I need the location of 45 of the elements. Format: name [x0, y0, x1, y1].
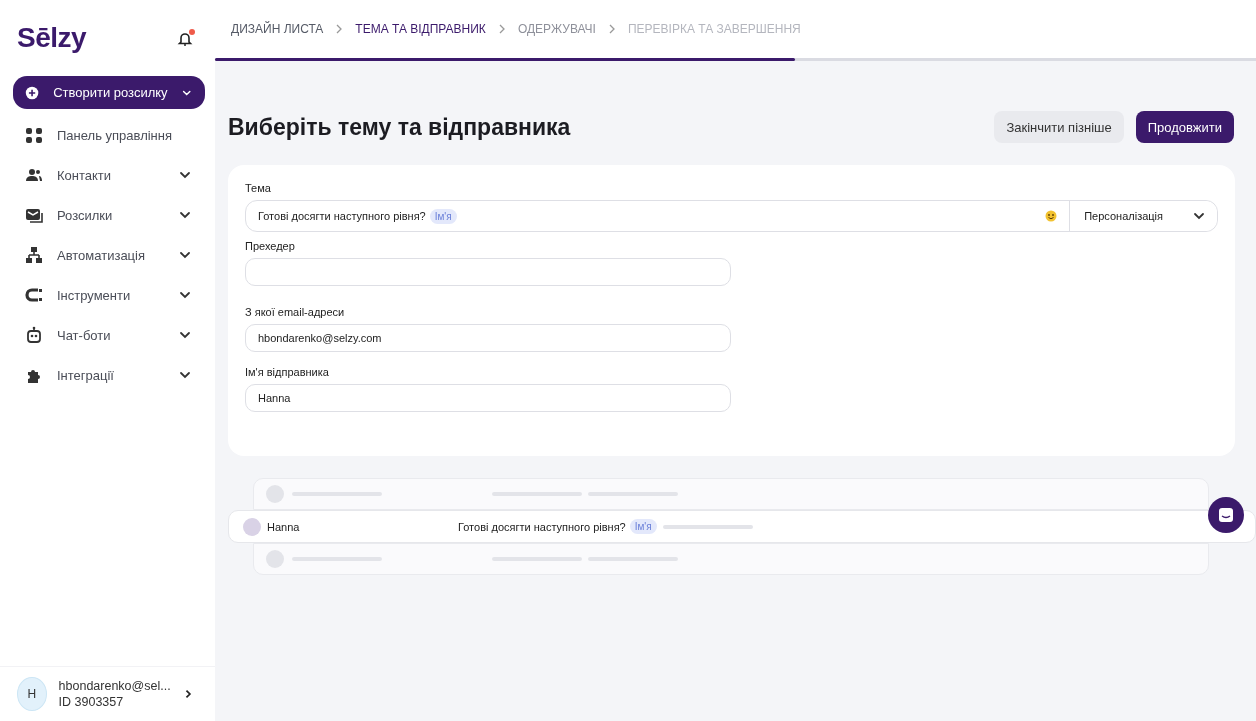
finish-later-button[interactable]: Закінчити пізніше — [994, 111, 1124, 143]
people-icon — [25, 166, 43, 184]
chevron-down-icon — [1193, 210, 1205, 222]
personalization-tag: Ім'я — [629, 519, 657, 534]
field-label: Прехедер — [245, 240, 296, 252]
hierarchy-icon — [25, 246, 43, 264]
sidebar-item[interactable]: Автоматизація — [13, 235, 205, 275]
step-tab[interactable]: ДИЗАЙН ЛИСТА — [231, 22, 324, 36]
chevron-right-icon — [335, 24, 344, 34]
page-title: Виберіть тему та відправника — [228, 113, 572, 141]
input-field[interactable] — [245, 258, 731, 286]
chevron-right-icon — [497, 24, 506, 34]
logo[interactable]: Sēlzy — [17, 22, 87, 54]
input-field[interactable]: hbondarenko@selzy.com — [245, 324, 731, 352]
robot-icon — [25, 326, 43, 344]
account-email: hbondarenko@sel... — [58, 678, 171, 694]
sidebar-item[interactable]: Панель управління — [13, 115, 205, 155]
chat-button[interactable] — [1208, 497, 1244, 533]
step-tab[interactable]: ТЕМА ТА ВІДПРАВНИК — [355, 22, 486, 36]
field-label: З якої email-адреси — [245, 306, 346, 318]
grid-icon — [25, 126, 43, 144]
sidebar-item[interactable]: Інтеграції — [13, 355, 205, 395]
continue-button[interactable]: Продовжити — [1135, 111, 1234, 143]
chevron-right-icon — [607, 24, 616, 34]
sender-name: Hanna — [267, 520, 301, 533]
input-field[interactable]: Hanna — [245, 384, 731, 412]
preview-subject: Готові досягти наступного рівня? — [458, 520, 626, 533]
avatar-circle — [243, 517, 261, 536]
user-avatar[interactable]: H — [17, 677, 47, 711]
personalization-dropdown[interactable]: Персоналізація — [1069, 201, 1217, 231]
sidebar-item[interactable]: Інструменти — [13, 275, 205, 315]
subject-field[interactable]: Готові досягти наступного рівня? Ім'я Персоналізація — [245, 200, 1218, 232]
account-id: ID 3903357 — [58, 694, 125, 710]
chat-icon — [1217, 506, 1235, 524]
subject-text: Готові досягти наступного рівня? — [258, 210, 426, 222]
create-campaign-button[interactable]: Створити розсилку — [13, 76, 205, 109]
notification-button[interactable] — [177, 29, 193, 47]
envelope-icon — [25, 206, 43, 224]
emoji-icon — [1045, 210, 1058, 222]
sidebar-item[interactable]: Розсилки — [13, 195, 205, 235]
field-label: Тема — [245, 182, 272, 194]
c-shape-icon — [25, 286, 43, 304]
field-label: Ім'я відправника — [245, 366, 330, 378]
sidebar-item[interactable]: Контакти — [13, 155, 205, 195]
sidebar-item[interactable]: Чат-боти — [13, 315, 205, 355]
